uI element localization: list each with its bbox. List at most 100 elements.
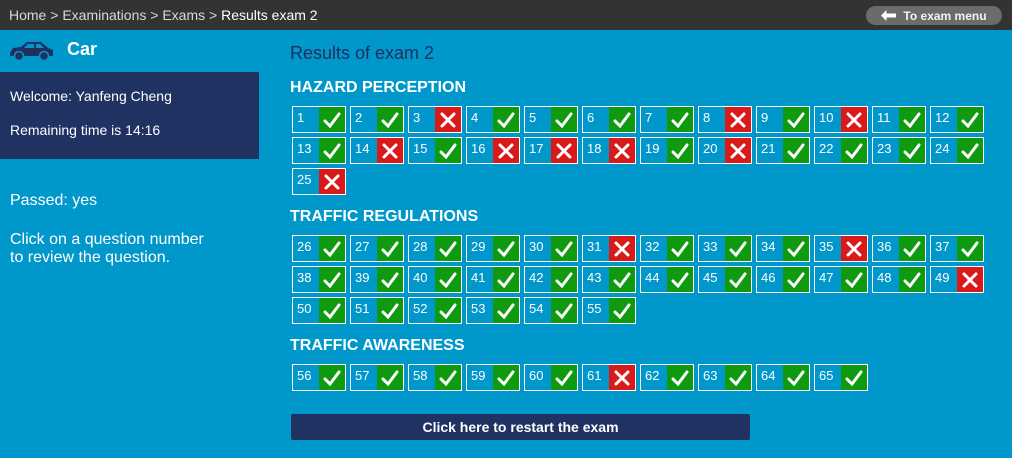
question-number: 53 — [471, 301, 486, 316]
result-mark — [319, 365, 345, 390]
question-result-item[interactable]: 56 — [292, 364, 346, 391]
question-result-item[interactable]: 27 — [350, 235, 404, 262]
question-result-item[interactable]: 19 — [640, 137, 694, 164]
question-result-item[interactable]: 52 — [408, 297, 462, 324]
question-result-item[interactable]: 38 — [292, 266, 346, 293]
question-result-item[interactable]: 37 — [930, 235, 984, 262]
result-mark — [435, 298, 461, 323]
question-result-item[interactable]: 16 — [466, 137, 520, 164]
question-result-item[interactable]: 11 — [872, 106, 926, 133]
checkmark-icon — [613, 272, 631, 288]
question-result-item[interactable]: 22 — [814, 137, 868, 164]
question-result-item[interactable]: 61 — [582, 364, 636, 391]
question-result-item[interactable]: 14 — [350, 137, 404, 164]
question-result-item[interactable]: 54 — [524, 297, 578, 324]
question-result-item[interactable]: 45 — [698, 266, 752, 293]
question-result-item[interactable]: 44 — [640, 266, 694, 293]
question-result-item[interactable]: 8 — [698, 106, 752, 133]
checkmark-icon — [555, 112, 573, 128]
breadcrumb-examinations[interactable]: Examinations — [62, 7, 146, 23]
question-result-item[interactable]: 3 — [408, 106, 462, 133]
question-result-item[interactable]: 41 — [466, 266, 520, 293]
result-mark — [551, 236, 577, 261]
question-result-item[interactable]: 15 — [408, 137, 462, 164]
question-result-item[interactable]: 60 — [524, 364, 578, 391]
page-title: Results of exam 2 — [290, 43, 435, 63]
question-result-item[interactable]: 5 — [524, 106, 578, 133]
question-result-item[interactable]: 64 — [756, 364, 810, 391]
question-result-item[interactable]: 23 — [872, 137, 926, 164]
question-result-item[interactable]: 13 — [292, 137, 346, 164]
question-result-item[interactable]: 18 — [582, 137, 636, 164]
question-result-item[interactable]: 9 — [756, 106, 810, 133]
question-result-item[interactable]: 7 — [640, 106, 694, 133]
checkmark-icon — [961, 241, 979, 257]
checkmark-icon — [787, 370, 805, 386]
question-result-item[interactable]: 10 — [814, 106, 868, 133]
question-result-item[interactable]: 46 — [756, 266, 810, 293]
result-mark — [609, 236, 635, 261]
breadcrumb-separator: > — [150, 7, 159, 23]
result-mark — [957, 236, 983, 261]
question-result-item[interactable]: 43 — [582, 266, 636, 293]
question-number: 57 — [355, 368, 370, 383]
question-result-item[interactable]: 32 — [640, 235, 694, 262]
to-exam-menu-button[interactable]: To exam menu — [866, 6, 1002, 25]
cross-icon — [556, 143, 572, 158]
question-number: 5 — [529, 110, 537, 125]
question-result-item[interactable]: 55 — [582, 297, 636, 324]
question-result-item[interactable]: 36 — [872, 235, 926, 262]
checkmark-icon — [497, 112, 515, 128]
question-result-item[interactable]: 26 — [292, 235, 346, 262]
question-result-item[interactable]: 31 — [582, 235, 636, 262]
question-result-item[interactable]: 28 — [408, 235, 462, 262]
checkmark-icon — [729, 370, 747, 386]
question-result-item[interactable]: 57 — [350, 364, 404, 391]
checkmark-icon — [439, 241, 457, 257]
question-result-item[interactable]: 51 — [350, 297, 404, 324]
question-result-item[interactable]: 12 — [930, 106, 984, 133]
question-result-item[interactable]: 47 — [814, 266, 868, 293]
question-number: 10 — [819, 110, 834, 125]
question-result-item[interactable]: 2 — [350, 106, 404, 133]
question-number: 26 — [297, 239, 312, 254]
question-result-item[interactable]: 42 — [524, 266, 578, 293]
result-mark — [551, 365, 577, 390]
question-result-item[interactable]: 50 — [292, 297, 346, 324]
question-result-item[interactable]: 58 — [408, 364, 462, 391]
question-number: 65 — [819, 368, 834, 383]
question-result-item[interactable]: 65 — [814, 364, 868, 391]
result-mark — [609, 267, 635, 292]
question-number: 30 — [529, 239, 544, 254]
question-result-item[interactable]: 49 — [930, 266, 984, 293]
question-result-item[interactable]: 35 — [814, 235, 868, 262]
question-result-item[interactable]: 1 — [292, 106, 346, 133]
question-result-item[interactable]: 29 — [466, 235, 520, 262]
checkmark-icon — [497, 370, 515, 386]
question-result-item[interactable]: 21 — [756, 137, 810, 164]
question-result-item[interactable]: 63 — [698, 364, 752, 391]
question-result-item[interactable]: 33 — [698, 235, 752, 262]
question-result-item[interactable]: 48 — [872, 266, 926, 293]
question-result-item[interactable]: 59 — [466, 364, 520, 391]
question-result-item[interactable]: 6 — [582, 106, 636, 133]
question-result-item[interactable]: 39 — [350, 266, 404, 293]
question-result-item[interactable]: 62 — [640, 364, 694, 391]
question-result-item[interactable]: 4 — [466, 106, 520, 133]
restart-exam-button[interactable]: Click here to restart the exam — [291, 414, 750, 440]
question-number: 48 — [877, 270, 892, 285]
question-number: 31 — [587, 239, 602, 254]
question-result-item[interactable]: 25 — [292, 168, 346, 195]
question-result-item[interactable]: 34 — [756, 235, 810, 262]
question-result-item[interactable]: 53 — [466, 297, 520, 324]
question-result-item[interactable]: 17 — [524, 137, 578, 164]
top-bar: Home > Examinations > Exams > Results ex… — [0, 0, 1012, 30]
question-result-item[interactable]: 20 — [698, 137, 752, 164]
question-result-item[interactable]: 24 — [930, 137, 984, 164]
breadcrumb-exams[interactable]: Exams — [162, 7, 205, 23]
result-mark — [783, 365, 809, 390]
cross-icon — [382, 143, 398, 158]
breadcrumb-home[interactable]: Home — [9, 7, 46, 23]
question-result-item[interactable]: 30 — [524, 235, 578, 262]
question-result-item[interactable]: 40 — [408, 266, 462, 293]
